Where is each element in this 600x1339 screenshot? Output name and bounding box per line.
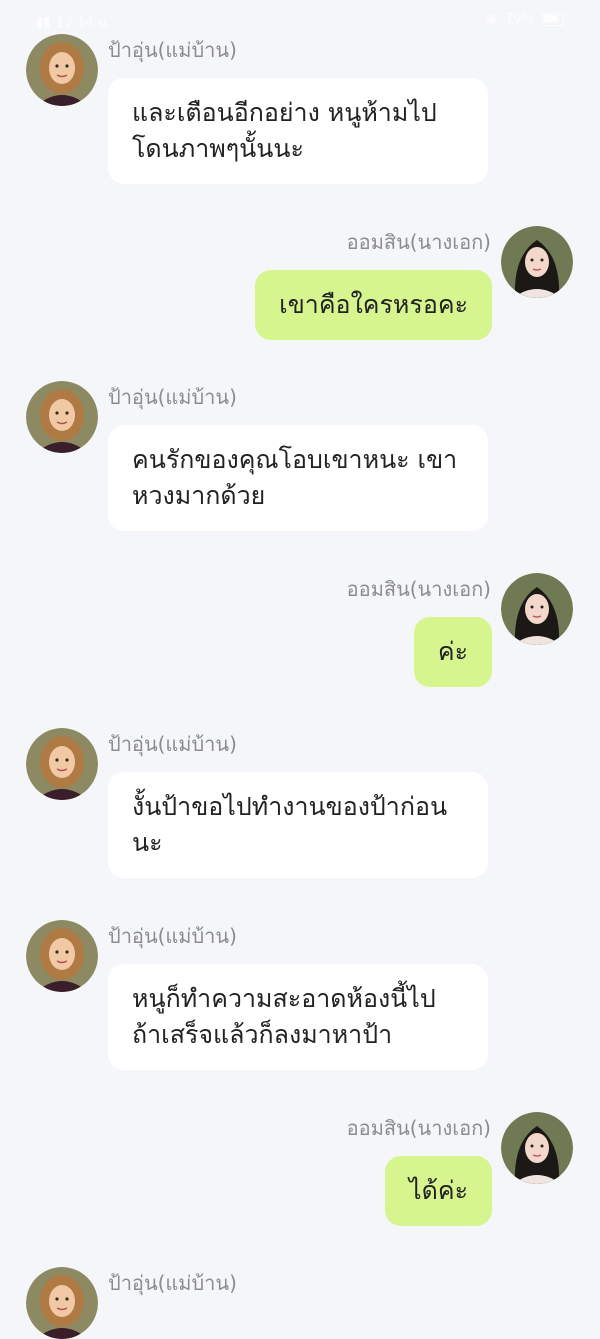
sender-name: ออมสิน(นางเอก) — [346, 1116, 491, 1140]
sender-name: ป้าอุ่น(แม่บ้าน) — [108, 1271, 237, 1295]
sender-name: ป้าอุ่น(แม่บ้าน) — [108, 38, 237, 62]
message-bubble[interactable]: เขาคือใครหรอคะ — [255, 270, 492, 340]
message-bubble[interactable]: ค่ะ — [413, 617, 492, 687]
sender-name: ป้าอุ่น(แม่บ้าน) — [108, 732, 237, 756]
maid-avatar[interactable] — [26, 381, 98, 453]
chat-thread[interactable]: ป้าอุ่น(แม่บ้าน) และเตือนอีกอย่าง หนูห้า… — [0, 0, 600, 1339]
message-bubble[interactable]: หนูก็ทำความสะอาดห้องนี้ไปถ้าเสร็จแล้วก็ล… — [108, 964, 488, 1070]
message-bubble[interactable]: งั้นป้าขอไปทำงานของป้าก่อนนะ — [108, 772, 488, 878]
message-bubble[interactable]: คนรักของคุณโอบเขาหนะ เขาหวงมากด้วย — [108, 425, 488, 531]
message-bubble[interactable]: ได้ค่ะ — [385, 1156, 492, 1226]
sender-name: ป้าอุ่น(แม่บ้าน) — [108, 924, 237, 948]
maid-avatar[interactable] — [26, 34, 98, 106]
maid-avatar[interactable] — [26, 920, 98, 992]
message-bubble[interactable]: และเตือนอีกอย่าง หนูห้ามไปโดนภาพๆนั้นนะ — [108, 78, 488, 184]
maid-avatar[interactable] — [26, 728, 98, 800]
sender-name: ออมสิน(นางเอก) — [346, 577, 491, 601]
maid-avatar[interactable] — [26, 1267, 98, 1339]
sender-name: ป้าอุ่น(แม่บ้าน) — [108, 385, 237, 409]
heroine-avatar[interactable] — [501, 226, 573, 298]
heroine-avatar[interactable] — [501, 1112, 573, 1184]
heroine-avatar[interactable] — [501, 573, 573, 645]
sender-name: ออมสิน(นางเอก) — [346, 230, 491, 254]
